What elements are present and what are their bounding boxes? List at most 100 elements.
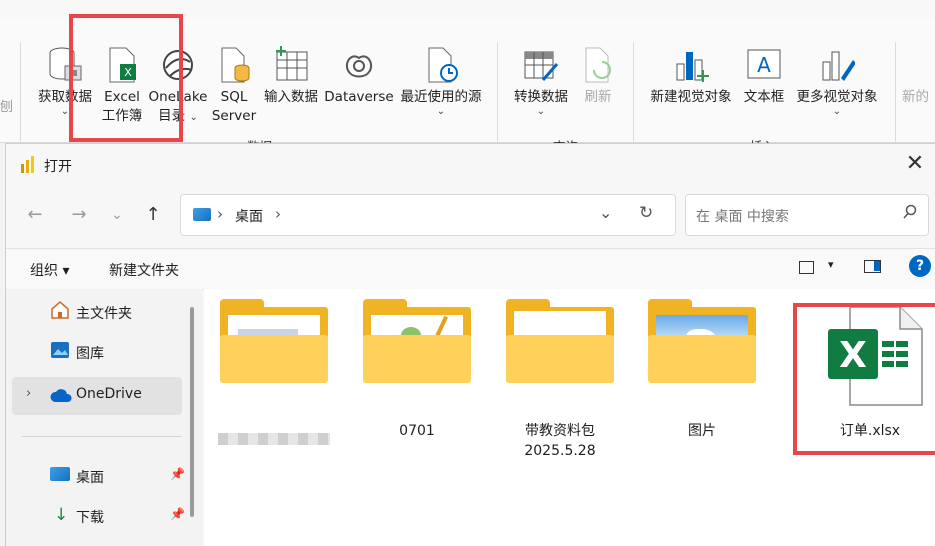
refresh-icon: [580, 46, 616, 84]
enter-data-label: 输入数据: [264, 89, 318, 105]
folder-icon: [220, 299, 328, 383]
breadcrumb-separator: ›: [217, 205, 223, 223]
folder-name: 0701: [399, 423, 435, 439]
sidebar-item-onedrive[interactable]: › OneDrive: [12, 377, 182, 415]
view-options-icon[interactable]: [799, 261, 814, 274]
recent-locations-chevron-icon[interactable]: ⌄: [106, 207, 128, 223]
folder-item[interactable]: 0701: [347, 299, 487, 441]
sidebar-scrollbar[interactable]: [190, 307, 194, 517]
sql-server-icon: [216, 46, 252, 84]
textbox-icon: A: [746, 46, 782, 84]
address-bar[interactable]: › 桌面 › ⌄ ↻: [180, 194, 676, 236]
sidebar-item-label: 下载: [76, 510, 104, 526]
folder-name: 带教资料包: [525, 423, 595, 439]
folder-icon: [648, 299, 756, 383]
sidebar-item-label: 桌面: [76, 470, 104, 486]
dataverse-button[interactable]: Dataverse: [324, 46, 394, 107]
dialog-title: 打开: [44, 159, 72, 175]
new-folder-button[interactable]: 新建文件夹: [109, 260, 179, 280]
highlight-box-excel: [69, 14, 183, 142]
organize-button[interactable]: 组织 ▾: [30, 260, 69, 280]
forward-arrow-icon[interactable]: →: [68, 204, 90, 225]
file-list: 0701 带教资料包 2025.5.28 图片 X 订单.xlsx: [204, 289, 935, 546]
group-separator: [895, 42, 896, 154]
pin-icon[interactable]: 📌: [170, 507, 185, 521]
download-icon: ↓: [54, 505, 69, 525]
chevron-down-icon: ⌄: [832, 106, 842, 117]
textbox-label: 文本框: [743, 89, 785, 105]
recent-sources-label: 最近使用的源: [400, 89, 482, 105]
dataverse-label: Dataverse: [324, 89, 394, 105]
powerbi-app-icon: [20, 156, 36, 178]
chevron-right-icon[interactable]: ›: [26, 386, 31, 401]
sql-label-line1: SQL: [220, 89, 248, 105]
breadcrumb-desktop[interactable]: 桌面: [235, 206, 263, 226]
dialog-toolbar: 组织 ▾ 新建文件夹 ▾ ?: [6, 248, 935, 290]
new-visual-button[interactable]: 新建视觉对象: [644, 46, 738, 107]
sql-server-button[interactable]: SQL Server: [210, 46, 258, 126]
group-separator: [497, 42, 498, 154]
preview-pane-icon[interactable]: [864, 260, 881, 273]
textbox-button[interactable]: A 文本框: [740, 46, 788, 107]
sql-label-line2: Server: [211, 108, 257, 124]
recent-source-icon: [423, 46, 459, 84]
sidebar-divider: [22, 436, 182, 437]
new-visual-icon: [673, 46, 709, 84]
dataverse-icon: [341, 46, 377, 84]
desktop-icon: [50, 467, 70, 481]
home-icon: [50, 301, 70, 323]
folder-name: 图片: [688, 423, 716, 439]
help-icon[interactable]: ?: [909, 255, 931, 277]
more-visuals-icon: [819, 46, 856, 84]
folder-item[interactable]: 图片: [632, 299, 772, 441]
sidebar-item-label: 图库: [76, 346, 104, 362]
more-visuals-button[interactable]: 更多视觉对象 ⌄: [790, 46, 884, 117]
more-visuals-label: 更多视觉对象: [796, 89, 878, 105]
transform-table-icon: [523, 46, 559, 84]
new-visual-label: 新建视觉对象: [650, 89, 732, 105]
folder-name-line2: 2025.5.28: [524, 443, 596, 459]
transform-data-label: 转换数据: [514, 89, 568, 105]
folder-icon: [506, 299, 614, 383]
folder-icon: [363, 299, 471, 383]
chevron-down-icon: ⌄: [536, 106, 546, 117]
ribbon-cut-label: 刨: [0, 100, 14, 115]
highlight-box-file: [793, 303, 935, 455]
refresh-label: 刷新: [584, 89, 612, 105]
search-icon: [902, 204, 918, 224]
chevron-down-icon: ⌄: [436, 106, 446, 117]
search-box[interactable]: 在 桌面 中搜索: [685, 194, 929, 236]
close-button[interactable]: ✕: [902, 152, 928, 178]
chevron-down-icon: ⌄: [189, 112, 198, 123]
cloud-icon: [50, 388, 72, 407]
refresh-button[interactable]: 刷新: [578, 46, 618, 107]
refresh-icon[interactable]: ↻: [639, 203, 653, 223]
folder-item[interactable]: 带教资料包 2025.5.28: [490, 299, 630, 461]
dialog-title-bar: 打开 ✕: [6, 144, 935, 186]
back-arrow-icon[interactable]: ←: [24, 204, 46, 225]
sidebar-item-label: OneDrive: [76, 386, 142, 402]
address-dropdown-icon[interactable]: ⌄: [599, 203, 612, 222]
search-input[interactable]: 在 桌面 中搜索: [696, 206, 789, 226]
table-grid-icon: [273, 46, 309, 84]
gallery-icon: [50, 341, 70, 363]
enter-data-button[interactable]: 输入数据: [258, 46, 324, 107]
blurred-folder-name: [218, 433, 330, 445]
transform-data-button[interactable]: 转换数据 ⌄: [507, 46, 575, 117]
chevron-down-icon[interactable]: ▾: [828, 258, 834, 271]
sidebar-item-label: 主文件夹: [76, 306, 132, 322]
folder-item[interactable]: [204, 299, 344, 445]
pin-icon[interactable]: 📌: [170, 467, 185, 481]
open-dialog: 打开 ✕ ← → ⌄ ↑ › 桌面 › ⌄ ↻ 在 桌面 中搜索 组织 ▾ 新建…: [5, 143, 935, 546]
breadcrumb-separator: ›: [275, 205, 281, 223]
new-measure-button-cut[interactable]: 新的: [902, 88, 935, 107]
desktop-icon: [193, 208, 211, 221]
group-separator: [20, 42, 21, 154]
navigation-pane: 主文件夹 图库 › OneDrive 桌面 📌 ↓ 下载 📌: [6, 289, 202, 546]
ribbon: 刨 获取数据 ⌄ X Excel 工作簿 OneLake 目录 ⌄ SQL Se…: [0, 0, 935, 154]
group-separator: [633, 42, 634, 154]
svg-text:A: A: [757, 53, 771, 77]
navigation-bar: ← → ⌄ ↑ › 桌面 › ⌄ ↻ 在 桌面 中搜索: [6, 192, 935, 240]
up-arrow-icon[interactable]: ↑: [142, 204, 164, 225]
recent-sources-button[interactable]: 最近使用的源 ⌄: [394, 46, 488, 117]
